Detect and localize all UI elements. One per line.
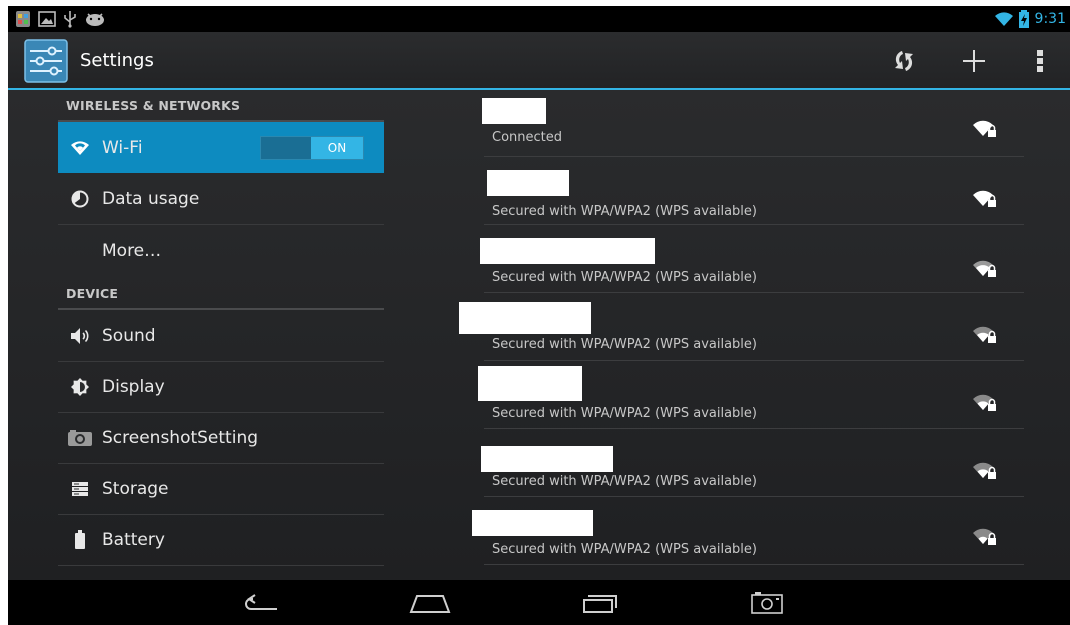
- setting-item-data-usage[interactable]: Data usage: [58, 174, 384, 225]
- network-status: Secured with WPA/WPA2 (WPS available): [492, 406, 757, 421]
- setting-item-wifi[interactable]: Wi-Fi ON: [58, 122, 384, 173]
- setting-item-label: More…: [102, 240, 162, 261]
- network-name-redacted: [478, 366, 582, 401]
- setting-item-storage[interactable]: Storage: [58, 464, 384, 515]
- wifi-lock-icon: [973, 190, 996, 207]
- screenshot-button[interactable]: [742, 586, 792, 620]
- battery-charging-icon: [1019, 10, 1029, 28]
- network-status: Secured with WPA/WPA2 (WPS available): [492, 337, 757, 352]
- status-bar: 9:31: [8, 6, 1070, 32]
- wifi-network-item[interactable]: Secured with WPA/WPA2 (WPS available): [459, 294, 1024, 361]
- page-title: Settings: [80, 50, 154, 71]
- settings-app-icon[interactable]: [24, 39, 68, 83]
- android-debug-icon: [86, 13, 104, 26]
- wifi-lock-icon: [973, 120, 996, 137]
- overflow-menu-icon: [1037, 50, 1043, 72]
- wifi-network-item[interactable]: Connected: [482, 90, 1024, 157]
- wifi-toggle[interactable]: ON: [260, 136, 364, 160]
- wifi-icon: [995, 12, 1013, 26]
- wifi-network-item[interactable]: Secured with WPA/WPA2 (WPS available): [481, 430, 1024, 497]
- recent-apps-button[interactable]: [574, 586, 624, 620]
- settings-list: WIRELESS & NETWORKS Wi-Fi ON Data usage …: [58, 90, 384, 580]
- setting-item-label: ScreenshotSetting: [102, 428, 259, 448]
- add-icon: [963, 50, 985, 72]
- setting-item-display[interactable]: Display: [58, 362, 384, 413]
- recent-apps-icon: [583, 595, 617, 613]
- usb-icon: [64, 11, 76, 28]
- data-usage-icon: [71, 190, 89, 208]
- network-name-redacted: [480, 238, 655, 264]
- section-header-wireless: WIRELESS & NETWORKS: [58, 94, 384, 122]
- network-name-redacted: [481, 446, 613, 472]
- wifi-network-item[interactable]: Secured with WPA/WPA2 (WPS available): [472, 498, 1024, 565]
- setting-item-battery[interactable]: Battery: [58, 515, 384, 566]
- wps-button[interactable]: [886, 44, 922, 78]
- network-status: Secured with WPA/WPA2 (WPS available): [492, 204, 757, 219]
- image-icon: [38, 11, 56, 27]
- wifi-lock-icon: [973, 394, 996, 411]
- setting-item-label: Wi-Fi: [102, 137, 143, 158]
- network-status: Connected: [492, 130, 563, 145]
- content-area: WIRELESS & NETWORKS Wi-Fi ON Data usage …: [8, 90, 1070, 580]
- wifi-lock-icon: [973, 528, 996, 545]
- network-status: Secured with WPA/WPA2 (WPS available): [492, 542, 757, 557]
- setting-item-label: Storage: [102, 479, 169, 499]
- network-name-redacted: [482, 98, 546, 124]
- wifi-toggle-state: ON: [311, 137, 363, 159]
- wifi-network-list: Connected Secured with WPA/WPA2 (WPS ava…: [456, 90, 1070, 580]
- camera-icon: [68, 430, 92, 446]
- wifi-icon: [71, 140, 89, 155]
- network-name-redacted: [472, 510, 593, 536]
- setting-item-label: Data usage: [102, 189, 200, 209]
- wifi-network-item[interactable]: Secured with WPA/WPA2 (WPS available): [478, 362, 1024, 429]
- notification-app-icon: [16, 11, 30, 27]
- storage-icon: [72, 482, 88, 496]
- setting-item-screenshot-setting[interactable]: ScreenshotSetting: [58, 413, 384, 464]
- action-bar: Settings: [8, 32, 1070, 90]
- screenshot-icon: [751, 592, 783, 614]
- navigation-bar: [8, 580, 1070, 625]
- wifi-lock-icon: [973, 326, 996, 343]
- setting-item-label: Sound: [102, 326, 156, 346]
- wps-icon: [895, 51, 913, 71]
- setting-item-label: Battery: [102, 530, 165, 550]
- overflow-menu-button[interactable]: [1022, 44, 1058, 78]
- wifi-network-item[interactable]: Secured with WPA/WPA2 (WPS available): [484, 158, 1024, 225]
- back-icon: [245, 594, 277, 610]
- setting-item-sound[interactable]: Sound: [58, 311, 384, 362]
- wifi-network-item[interactable]: Secured with WPA/WPA2 (WPS available): [480, 226, 1024, 293]
- wifi-lock-icon: [973, 462, 996, 479]
- android-screen: 9:31 Settings WIRELESS & NETWORKS Wi-Fi …: [8, 6, 1070, 625]
- network-name-redacted: [487, 170, 569, 196]
- brightness-icon: [71, 378, 89, 396]
- speaker-icon: [71, 328, 89, 344]
- wifi-lock-icon: [973, 260, 996, 277]
- setting-item-more[interactable]: More…: [58, 225, 384, 276]
- network-status: Secured with WPA/WPA2 (WPS available): [492, 474, 757, 489]
- back-button[interactable]: [236, 586, 286, 620]
- section-header-device: DEVICE: [58, 282, 384, 310]
- setting-item-label: Display: [102, 377, 165, 397]
- battery-icon: [75, 530, 85, 549]
- status-time: 9:31: [1034, 11, 1066, 27]
- add-network-button[interactable]: [956, 44, 992, 78]
- home-icon: [409, 595, 451, 613]
- home-button[interactable]: [405, 586, 455, 620]
- network-status: Secured with WPA/WPA2 (WPS available): [492, 270, 757, 285]
- network-name-redacted: [459, 302, 591, 334]
